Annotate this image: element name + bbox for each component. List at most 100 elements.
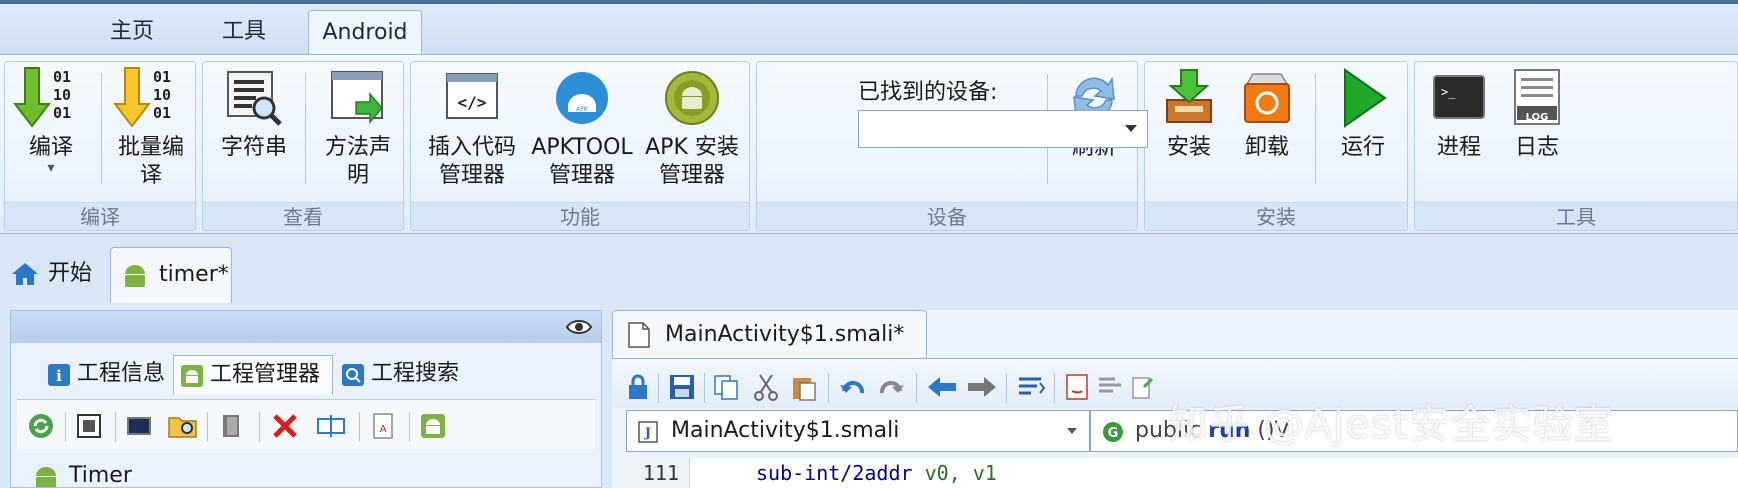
uninstall-button[interactable]: 卸载 <box>1229 66 1305 162</box>
android-icon[interactable] <box>419 412 447 440</box>
batch-compile-button[interactable]: 01 10 01 批量编 译 <box>109 66 193 190</box>
svg-text:J: J <box>644 426 651 441</box>
batch-compile-label-2: 译 <box>139 163 162 188</box>
java-file-icon[interactable] <box>1064 373 1090 401</box>
cut-icon[interactable] <box>752 373 780 401</box>
process-label: 进程 <box>1436 135 1481 160</box>
project-panel: i 工程信息 工程管理器 工程搜索 A Timer <box>10 310 602 488</box>
method-icon: G <box>1103 422 1123 442</box>
apk-install-label-2: 管理器 <box>658 163 725 188</box>
tab-project-search[interactable]: 工程搜索 <box>335 355 471 395</box>
run-label: 运行 <box>1340 135 1385 160</box>
strings-label: 字符串 <box>220 135 287 160</box>
separator <box>1006 373 1007 403</box>
chevron-down-icon[interactable] <box>1125 125 1137 132</box>
insert-code-manager-button[interactable]: </> 插入代码 管理器 <box>417 66 527 190</box>
tab-project-manager[interactable]: 工程管理器 <box>173 355 333 395</box>
insert-code-label: 插入代码 <box>427 135 516 160</box>
tab-project-manager-label: 工程管理器 <box>210 362 321 387</box>
separator <box>207 412 208 442</box>
apk-install-label: APK 安装 <box>645 135 739 160</box>
paste-icon[interactable] <box>790 373 818 401</box>
tab-project-info[interactable]: i 工程信息 <box>41 355 173 395</box>
compile-dropdown-icon[interactable]: ▾ <box>9 161 93 175</box>
device-select[interactable] <box>858 110 1148 148</box>
device-label: 已找到的设备: <box>858 80 998 105</box>
separator <box>359 412 360 442</box>
insert-code-label-2: 管理器 <box>438 163 505 188</box>
rename-icon[interactable] <box>315 412 347 440</box>
word-wrap-icon[interactable] <box>1016 373 1046 401</box>
tab-project-search-label: 工程搜索 <box>371 361 460 386</box>
lock-icon[interactable] <box>626 373 650 401</box>
editor-file-tab[interactable]: MainActivity$1.smali* <box>612 310 928 358</box>
tree-item-timer[interactable]: Timer <box>33 461 132 488</box>
log-badge: LOG <box>1525 112 1549 123</box>
redo-icon[interactable] <box>878 373 906 401</box>
log-button[interactable]: LOG 日志 <box>1499 66 1575 162</box>
method-declaration-button[interactable]: 方法声 明 <box>313 66 403 190</box>
book-icon[interactable] <box>217 412 245 440</box>
separator <box>658 373 659 403</box>
tab-tools[interactable]: 工具 <box>212 10 276 54</box>
chevron-down-icon[interactable] <box>1067 428 1077 434</box>
install-button[interactable]: 安装 <box>1151 66 1227 162</box>
save-icon[interactable] <box>668 373 696 401</box>
batch-compile-label: 批量编 <box>117 135 184 160</box>
tab-timer[interactable]: timer* <box>110 247 232 303</box>
back-arrow-icon[interactable] <box>926 373 958 401</box>
android-icon <box>125 265 145 287</box>
process-button[interactable]: >_ 进程 <box>1421 66 1497 162</box>
tab-android[interactable]: Android <box>308 10 422 54</box>
separator <box>1054 373 1055 403</box>
apk-install-manager-button[interactable]: APK 安装 管理器 <box>637 66 747 190</box>
image-icon[interactable] <box>75 412 103 440</box>
strings-button[interactable]: 字符串 <box>209 66 299 162</box>
tab-start[interactable]: 开始 <box>0 247 104 303</box>
tab-timer-label: timer* <box>159 262 229 287</box>
method-declaration-label-2: 明 <box>346 163 369 188</box>
svg-text:01: 01 <box>153 104 171 122</box>
refresh-icon[interactable] <box>27 412 55 440</box>
strings-search-icon <box>227 71 282 126</box>
separator <box>115 412 116 442</box>
tab-project-info-label: 工程信息 <box>77 361 166 386</box>
export-icon[interactable] <box>1128 373 1156 401</box>
install-label: 安装 <box>1166 135 1211 160</box>
align-icon[interactable] <box>1096 373 1124 401</box>
separator <box>1315 74 1316 184</box>
compile-button[interactable]: 01 10 01 编译 ▾ <box>9 66 93 175</box>
uninstall-label: 卸载 <box>1244 135 1289 160</box>
tab-start-label: 开始 <box>48 261 93 286</box>
code-registers: v0, v1 <box>912 461 997 485</box>
folder-search-icon[interactable] <box>167 412 199 440</box>
batch-compile-icon: 01 10 01 <box>113 67 171 128</box>
eye-icon[interactable] <box>565 317 593 337</box>
ribbon-tab-row: 主页 工具 Android <box>0 4 1738 54</box>
undo-icon[interactable] <box>838 373 866 401</box>
separator <box>916 373 917 403</box>
group-install: 安装 卸载 运行 安装 <box>1144 61 1408 231</box>
method-declaration-label: 方法声 <box>324 135 391 160</box>
apktool-manager-button[interactable]: APK APKTOOL 管理器 <box>527 66 637 190</box>
class-select[interactable]: J MainActivity$1.smali <box>626 410 1090 452</box>
svg-text:APK: APK <box>576 106 589 113</box>
group-compile: 01 10 01 编译 ▾ 01 10 01 批量编 译 编译 <box>4 61 196 231</box>
recycle-bin-icon <box>1244 73 1290 123</box>
forward-arrow-icon[interactable] <box>966 373 998 401</box>
search-icon <box>342 364 364 386</box>
code-editor[interactable]: 111 sub-int/2addr v0, v1 <box>626 458 1738 488</box>
text-file-icon[interactable]: A <box>369 412 397 440</box>
terminal-icon: >_ <box>1433 75 1485 119</box>
group-label-device: 设备 <box>757 202 1137 230</box>
delete-icon[interactable] <box>271 412 299 440</box>
tab-home[interactable]: 主页 <box>100 10 164 54</box>
copy-icon[interactable] <box>712 373 740 401</box>
group-label-compile: 编译 <box>5 202 195 230</box>
method-declaration-icon <box>331 71 383 125</box>
window-icon[interactable] <box>125 412 153 440</box>
run-button[interactable]: 运行 <box>1325 66 1401 162</box>
apktool-label-2: 管理器 <box>548 163 615 188</box>
svg-text:</>: </> <box>458 93 487 112</box>
panel-header <box>11 311 601 343</box>
